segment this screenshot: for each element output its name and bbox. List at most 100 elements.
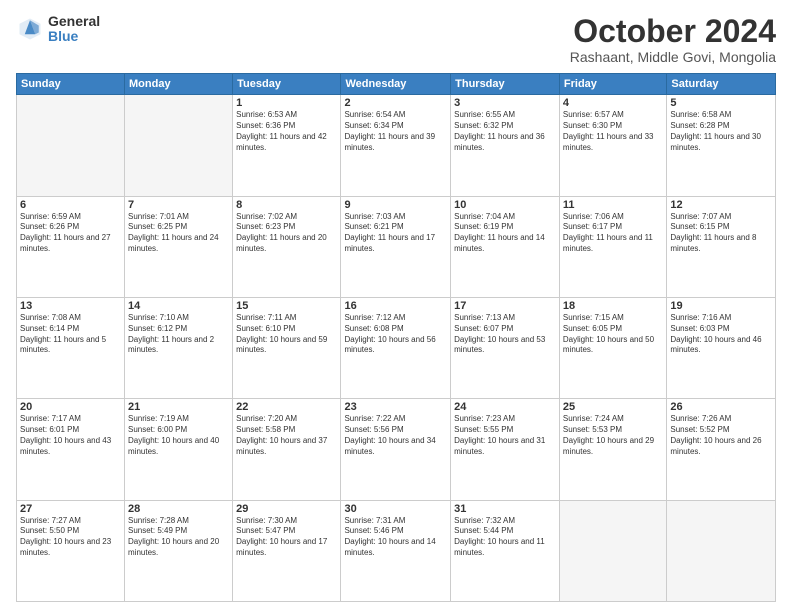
cell-info: Sunrise: 6:59 AMSunset: 6:26 PMDaylight:…	[20, 212, 121, 255]
calendar-table: Sunday Monday Tuesday Wednesday Thursday…	[16, 73, 776, 602]
table-row: 24Sunrise: 7:23 AMSunset: 5:55 PMDayligh…	[451, 399, 560, 500]
cell-info: Sunrise: 7:04 AMSunset: 6:19 PMDaylight:…	[454, 212, 556, 255]
day-number: 23	[344, 401, 447, 413]
cell-info: Sunrise: 7:13 AMSunset: 6:07 PMDaylight:…	[454, 313, 556, 356]
day-number: 4	[563, 97, 663, 109]
calendar-week-row: 6Sunrise: 6:59 AMSunset: 6:26 PMDaylight…	[17, 196, 776, 297]
table-row: 4Sunrise: 6:57 AMSunset: 6:30 PMDaylight…	[559, 95, 666, 196]
day-number: 29	[236, 503, 337, 515]
cell-info: Sunrise: 6:55 AMSunset: 6:32 PMDaylight:…	[454, 110, 556, 153]
day-number: 20	[20, 401, 121, 413]
cell-info: Sunrise: 7:20 AMSunset: 5:58 PMDaylight:…	[236, 414, 337, 457]
location-subtitle: Rashaant, Middle Govi, Mongolia	[570, 49, 776, 65]
table-row: 22Sunrise: 7:20 AMSunset: 5:58 PMDayligh…	[233, 399, 341, 500]
month-title: October 2024	[570, 14, 776, 49]
table-row	[667, 500, 776, 601]
cell-info: Sunrise: 7:19 AMSunset: 6:00 PMDaylight:…	[128, 414, 229, 457]
cell-info: Sunrise: 6:54 AMSunset: 6:34 PMDaylight:…	[344, 110, 447, 153]
day-number: 1	[236, 97, 337, 109]
day-number: 16	[344, 300, 447, 312]
cell-info: Sunrise: 7:01 AMSunset: 6:25 PMDaylight:…	[128, 212, 229, 255]
logo-blue-text: Blue	[48, 29, 100, 44]
col-friday: Friday	[559, 74, 666, 95]
page: General Blue October 2024 Rashaant, Midd…	[0, 0, 792, 612]
table-row: 9Sunrise: 7:03 AMSunset: 6:21 PMDaylight…	[341, 196, 451, 297]
day-number: 8	[236, 199, 337, 211]
cell-info: Sunrise: 7:31 AMSunset: 5:46 PMDaylight:…	[344, 516, 447, 559]
cell-info: Sunrise: 7:15 AMSunset: 6:05 PMDaylight:…	[563, 313, 663, 356]
cell-info: Sunrise: 7:07 AMSunset: 6:15 PMDaylight:…	[670, 212, 772, 255]
cell-info: Sunrise: 7:03 AMSunset: 6:21 PMDaylight:…	[344, 212, 447, 255]
day-number: 24	[454, 401, 556, 413]
table-row: 16Sunrise: 7:12 AMSunset: 6:08 PMDayligh…	[341, 297, 451, 398]
day-number: 12	[670, 199, 772, 211]
day-number: 31	[454, 503, 556, 515]
header: General Blue October 2024 Rashaant, Midd…	[16, 14, 776, 65]
day-number: 14	[128, 300, 229, 312]
table-row: 3Sunrise: 6:55 AMSunset: 6:32 PMDaylight…	[451, 95, 560, 196]
table-row: 7Sunrise: 7:01 AMSunset: 6:25 PMDaylight…	[125, 196, 233, 297]
col-thursday: Thursday	[451, 74, 560, 95]
table-row: 28Sunrise: 7:28 AMSunset: 5:49 PMDayligh…	[125, 500, 233, 601]
table-row: 18Sunrise: 7:15 AMSunset: 6:05 PMDayligh…	[559, 297, 666, 398]
day-number: 9	[344, 199, 447, 211]
table-row: 19Sunrise: 7:16 AMSunset: 6:03 PMDayligh…	[667, 297, 776, 398]
col-wednesday: Wednesday	[341, 74, 451, 95]
day-number: 21	[128, 401, 229, 413]
cell-info: Sunrise: 6:58 AMSunset: 6:28 PMDaylight:…	[670, 110, 772, 153]
table-row: 31Sunrise: 7:32 AMSunset: 5:44 PMDayligh…	[451, 500, 560, 601]
day-number: 30	[344, 503, 447, 515]
table-row: 21Sunrise: 7:19 AMSunset: 6:00 PMDayligh…	[125, 399, 233, 500]
table-row: 25Sunrise: 7:24 AMSunset: 5:53 PMDayligh…	[559, 399, 666, 500]
day-number: 27	[20, 503, 121, 515]
day-number: 22	[236, 401, 337, 413]
day-number: 19	[670, 300, 772, 312]
table-row: 5Sunrise: 6:58 AMSunset: 6:28 PMDaylight…	[667, 95, 776, 196]
calendar-week-row: 1Sunrise: 6:53 AMSunset: 6:36 PMDaylight…	[17, 95, 776, 196]
cell-info: Sunrise: 7:28 AMSunset: 5:49 PMDaylight:…	[128, 516, 229, 559]
day-number: 26	[670, 401, 772, 413]
day-number: 18	[563, 300, 663, 312]
day-number: 15	[236, 300, 337, 312]
table-row: 15Sunrise: 7:11 AMSunset: 6:10 PMDayligh…	[233, 297, 341, 398]
cell-info: Sunrise: 7:02 AMSunset: 6:23 PMDaylight:…	[236, 212, 337, 255]
cell-info: Sunrise: 7:23 AMSunset: 5:55 PMDaylight:…	[454, 414, 556, 457]
table-row: 11Sunrise: 7:06 AMSunset: 6:17 PMDayligh…	[559, 196, 666, 297]
table-row: 13Sunrise: 7:08 AMSunset: 6:14 PMDayligh…	[17, 297, 125, 398]
cell-info: Sunrise: 7:12 AMSunset: 6:08 PMDaylight:…	[344, 313, 447, 356]
table-row	[17, 95, 125, 196]
table-row: 27Sunrise: 7:27 AMSunset: 5:50 PMDayligh…	[17, 500, 125, 601]
table-row: 2Sunrise: 6:54 AMSunset: 6:34 PMDaylight…	[341, 95, 451, 196]
table-row	[125, 95, 233, 196]
calendar-week-row: 13Sunrise: 7:08 AMSunset: 6:14 PMDayligh…	[17, 297, 776, 398]
table-row: 6Sunrise: 6:59 AMSunset: 6:26 PMDaylight…	[17, 196, 125, 297]
table-row: 20Sunrise: 7:17 AMSunset: 6:01 PMDayligh…	[17, 399, 125, 500]
day-number: 10	[454, 199, 556, 211]
title-block: October 2024 Rashaant, Middle Govi, Mong…	[570, 14, 776, 65]
col-monday: Monday	[125, 74, 233, 95]
day-number: 13	[20, 300, 121, 312]
cell-info: Sunrise: 7:30 AMSunset: 5:47 PMDaylight:…	[236, 516, 337, 559]
table-row: 12Sunrise: 7:07 AMSunset: 6:15 PMDayligh…	[667, 196, 776, 297]
table-row: 1Sunrise: 6:53 AMSunset: 6:36 PMDaylight…	[233, 95, 341, 196]
logo: General Blue	[16, 14, 100, 45]
day-number: 7	[128, 199, 229, 211]
table-row: 8Sunrise: 7:02 AMSunset: 6:23 PMDaylight…	[233, 196, 341, 297]
cell-info: Sunrise: 7:26 AMSunset: 5:52 PMDaylight:…	[670, 414, 772, 457]
day-number: 25	[563, 401, 663, 413]
logo-general-text: General	[48, 14, 100, 29]
col-saturday: Saturday	[667, 74, 776, 95]
cell-info: Sunrise: 7:06 AMSunset: 6:17 PMDaylight:…	[563, 212, 663, 255]
day-number: 2	[344, 97, 447, 109]
cell-info: Sunrise: 6:53 AMSunset: 6:36 PMDaylight:…	[236, 110, 337, 153]
table-row	[559, 500, 666, 601]
table-row: 10Sunrise: 7:04 AMSunset: 6:19 PMDayligh…	[451, 196, 560, 297]
day-number: 3	[454, 97, 556, 109]
cell-info: Sunrise: 7:24 AMSunset: 5:53 PMDaylight:…	[563, 414, 663, 457]
logo-text: General Blue	[48, 14, 100, 45]
cell-info: Sunrise: 7:32 AMSunset: 5:44 PMDaylight:…	[454, 516, 556, 559]
cell-info: Sunrise: 7:11 AMSunset: 6:10 PMDaylight:…	[236, 313, 337, 356]
calendar-header-row: Sunday Monday Tuesday Wednesday Thursday…	[17, 74, 776, 95]
logo-icon	[16, 15, 44, 43]
table-row: 17Sunrise: 7:13 AMSunset: 6:07 PMDayligh…	[451, 297, 560, 398]
